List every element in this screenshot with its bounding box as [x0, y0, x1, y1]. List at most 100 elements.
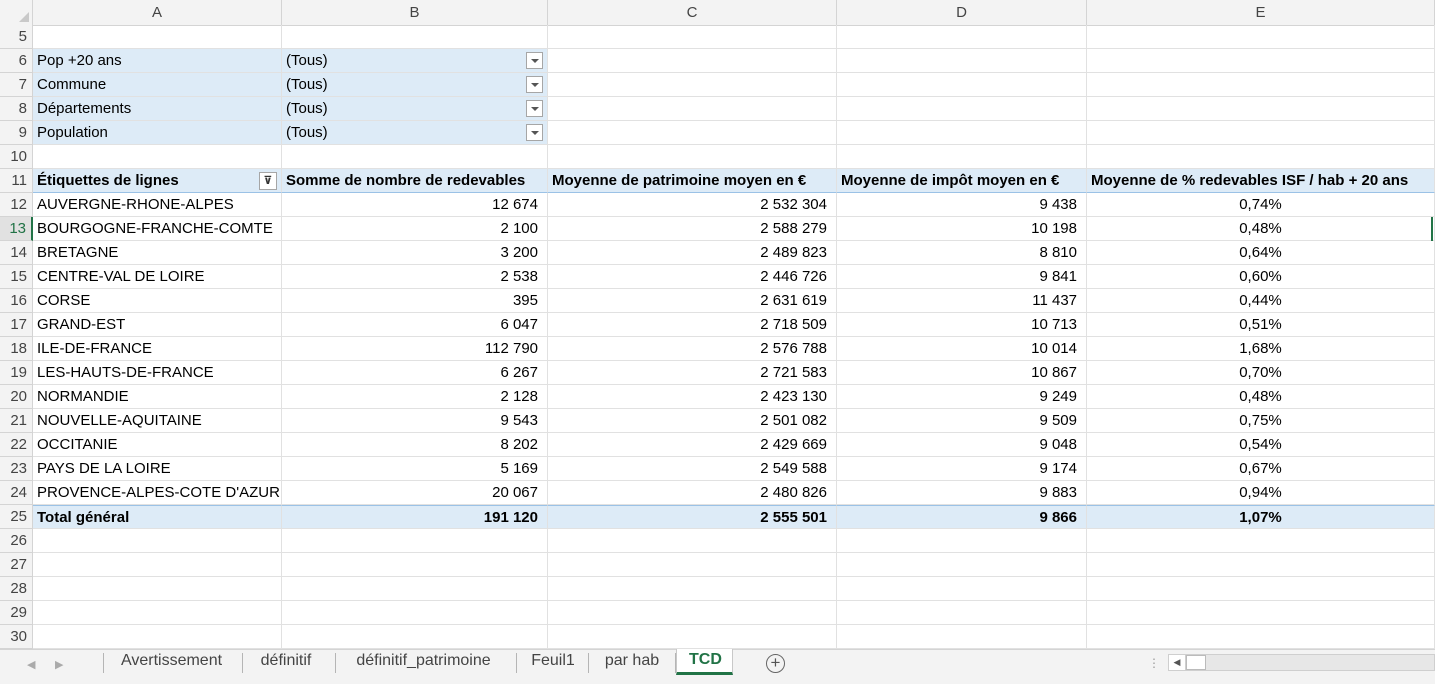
filter-field-value[interactable]: (Tous)	[282, 97, 548, 121]
row-number[interactable]: 8	[0, 97, 33, 121]
pivot-cell-pct[interactable]: 0,44%	[1087, 289, 1435, 313]
cell-a[interactable]	[33, 145, 282, 169]
sheet-tab[interactable]: Feuil1	[517, 650, 589, 675]
cell-d[interactable]	[837, 601, 1087, 625]
select-all-corner[interactable]	[0, 0, 33, 25]
row-number[interactable]: 15	[0, 265, 33, 289]
row-number[interactable]: 30	[0, 625, 33, 649]
pivot-cell-redevables[interactable]: 8 202	[282, 433, 548, 457]
pivot-cell-redevables[interactable]: 6 267	[282, 361, 548, 385]
pivot-cell-redevables[interactable]: 2 100	[282, 217, 548, 241]
cell-c[interactable]	[548, 577, 837, 601]
plus-circle-icon[interactable]: +	[766, 654, 785, 673]
pivot-cell-patrimoine[interactable]: 2 718 509	[548, 313, 837, 337]
pivot-cell-impot[interactable]: 9 509	[837, 409, 1087, 433]
pivot-cell-patrimoine[interactable]: 2 532 304	[548, 193, 837, 217]
chevron-down-icon[interactable]	[526, 76, 543, 93]
row-number[interactable]: 25	[0, 505, 33, 529]
cell-d[interactable]	[837, 145, 1087, 169]
cell-a[interactable]	[33, 625, 282, 649]
column-header-a[interactable]: A	[33, 0, 282, 25]
pivot-cell-redevables[interactable]: 12 674	[282, 193, 548, 217]
cell-c[interactable]	[548, 121, 837, 145]
cell-d[interactable]	[837, 577, 1087, 601]
row-number[interactable]: 16	[0, 289, 33, 313]
pivot-cell-pct[interactable]: 0,48%	[1087, 385, 1435, 409]
pivot-cell-impot[interactable]: 9 841	[837, 265, 1087, 289]
pivot-cell-redevables[interactable]: 2 128	[282, 385, 548, 409]
horizontal-scrollbar[interactable]: ◀	[1168, 654, 1435, 671]
pivot-column-header[interactable]: Étiquettes de lignes ⊽	[33, 169, 282, 193]
cell-c[interactable]	[548, 601, 837, 625]
pivot-cell-patrimoine[interactable]: 2 423 130	[548, 385, 837, 409]
pivot-cell-redevables[interactable]: 2 538	[282, 265, 548, 289]
pivot-cell-impot[interactable]: 10 867	[837, 361, 1087, 385]
sheet-tab[interactable]: TCD	[676, 649, 733, 675]
pivot-cell-patrimoine[interactable]: 2 489 823	[548, 241, 837, 265]
filter-field-label[interactable]: Commune	[33, 73, 282, 97]
pivot-cell-redevables[interactable]: 395	[282, 289, 548, 313]
pivot-cell-region[interactable]: BOURGOGNE-FRANCHE-COMTE	[33, 217, 282, 241]
row-number[interactable]: 10	[0, 145, 33, 169]
chevron-down-icon[interactable]	[526, 100, 543, 117]
row-number[interactable]: 7	[0, 73, 33, 97]
sheet-tab[interactable]: Avertissement	[104, 650, 239, 675]
cell-b[interactable]	[282, 577, 548, 601]
cell-c[interactable]	[548, 529, 837, 553]
pivot-cell-region[interactable]: BRETAGNE	[33, 241, 282, 265]
scroll-left-arrow-icon[interactable]: ◀	[1169, 655, 1186, 670]
pivot-cell-redevables[interactable]: 3 200	[282, 241, 548, 265]
scroll-tabs-left-icon[interactable]: ◀	[27, 658, 35, 671]
cell-e[interactable]	[1087, 25, 1435, 49]
pivot-cell-impot[interactable]: 9 438	[837, 193, 1087, 217]
pivot-cell-region[interactable]: LES-HAUTS-DE-FRANCE	[33, 361, 282, 385]
pivot-cell-region[interactable]: GRAND-EST	[33, 313, 282, 337]
row-number[interactable]: 18	[0, 337, 33, 361]
cell-e[interactable]	[1087, 97, 1435, 121]
pivot-cell-region[interactable]: NOUVELLE-AQUITAINE	[33, 409, 282, 433]
pivot-cell-patrimoine[interactable]: 2 501 082	[548, 409, 837, 433]
pivot-cell-impot[interactable]: 10 198	[837, 217, 1087, 241]
row-number[interactable]: 24	[0, 481, 33, 505]
total-cell-redevables[interactable]: 191 120	[282, 505, 548, 529]
pivot-cell-region[interactable]: CORSE	[33, 289, 282, 313]
pivot-column-header[interactable]: Somme de nombre de redevables	[282, 169, 548, 193]
pivot-cell-patrimoine[interactable]: 2 549 588	[548, 457, 837, 481]
filter-field-label[interactable]: Population	[33, 121, 282, 145]
cell-e[interactable]	[1087, 553, 1435, 577]
cell-d[interactable]	[837, 625, 1087, 649]
cell-c[interactable]	[548, 625, 837, 649]
cell-b[interactable]	[282, 145, 548, 169]
cell-a[interactable]	[33, 601, 282, 625]
cell-b[interactable]	[282, 601, 548, 625]
scroll-tabs-right-icon[interactable]: ▶	[55, 658, 63, 671]
pivot-cell-pct[interactable]: 0,48%	[1087, 217, 1435, 241]
pivot-cell-impot[interactable]: 10 713	[837, 313, 1087, 337]
pivot-column-header[interactable]: Moyenne de impôt moyen en €	[837, 169, 1087, 193]
column-header-e[interactable]: E	[1087, 0, 1435, 25]
cell-a[interactable]	[33, 553, 282, 577]
pivot-cell-redevables[interactable]: 6 047	[282, 313, 548, 337]
cell-d[interactable]	[837, 553, 1087, 577]
pivot-column-header[interactable]: Moyenne de % redevables ISF / hab + 20 a…	[1087, 169, 1435, 193]
cell-d[interactable]	[837, 121, 1087, 145]
filter-field-value[interactable]: (Tous)	[282, 121, 548, 145]
row-number[interactable]: 5	[0, 25, 33, 49]
pivot-cell-pct[interactable]: 0,67%	[1087, 457, 1435, 481]
cell-e[interactable]	[1087, 529, 1435, 553]
pivot-cell-region[interactable]: ILE-DE-FRANCE	[33, 337, 282, 361]
cell-d[interactable]	[837, 529, 1087, 553]
row-number[interactable]: 13	[0, 217, 33, 241]
cell-b[interactable]	[282, 553, 548, 577]
cell-b[interactable]	[282, 25, 548, 49]
pivot-cell-pct[interactable]: 0,70%	[1087, 361, 1435, 385]
cell-c[interactable]	[548, 553, 837, 577]
sheet-tab[interactable]: définitif	[243, 650, 329, 675]
row-number[interactable]: 21	[0, 409, 33, 433]
cell-c[interactable]	[548, 25, 837, 49]
row-number[interactable]: 29	[0, 601, 33, 625]
column-header-d[interactable]: D	[837, 0, 1087, 25]
total-cell-label[interactable]: Total général	[33, 505, 282, 529]
pivot-cell-patrimoine[interactable]: 2 588 279	[548, 217, 837, 241]
cell-d[interactable]	[837, 73, 1087, 97]
